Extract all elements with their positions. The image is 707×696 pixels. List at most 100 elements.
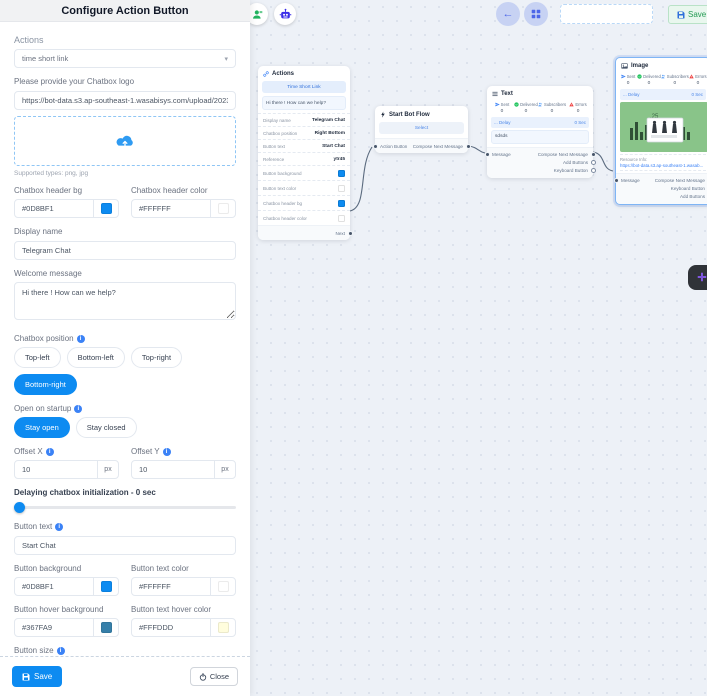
node-row: Button textStart Chat: [258, 139, 350, 152]
actions-node-type: Time Short Link: [262, 81, 346, 93]
button-text-color-field[interactable]: #FFFFFF: [131, 577, 236, 596]
bot-button[interactable]: [274, 3, 296, 25]
header-color-field[interactable]: #FFFFFF: [131, 199, 236, 218]
link-icon: [263, 71, 269, 77]
welcome-textarea[interactable]: Hi there ! How can we help?: [14, 282, 236, 320]
startup-stay-open[interactable]: Stay open: [14, 417, 70, 438]
upload-hint: Supported types: png, jpg: [14, 170, 236, 177]
back-button[interactable]: ←: [496, 2, 520, 26]
canvas-save-button[interactable]: Save: [668, 5, 707, 24]
close-button[interactable]: Close: [190, 667, 238, 686]
button-bg-field[interactable]: #0D8BF1: [14, 577, 119, 596]
offset-y-value: 10: [132, 461, 215, 478]
grid-view-button[interactable]: [524, 2, 548, 26]
startup-stay-closed[interactable]: Stay closed: [76, 417, 137, 438]
action-button-port[interactable]: [373, 144, 378, 149]
position-bottom-left[interactable]: Bottom-left: [67, 347, 125, 368]
info-icon: i: [55, 523, 63, 531]
image-node-delay[interactable]: ... Delay0 Sec: [620, 89, 706, 100]
add-node-fab[interactable]: ✛: [688, 265, 707, 290]
offset-x-label: Offset Xi: [14, 447, 119, 456]
panel-title: Configure Action Button: [61, 5, 188, 17]
header-color-swatch[interactable]: [211, 200, 235, 217]
resource-link[interactable]: https://bot-data.s3.ap-southeast-1.wasab…: [620, 163, 706, 171]
actions-node[interactable]: Actions Time Short Link Hi there ! How c…: [258, 66, 350, 240]
message-port[interactable]: [614, 178, 619, 183]
port-label: Action Button: [380, 144, 407, 149]
start-bot-flow-node[interactable]: Start Bot Flow Select Action Button Comp…: [375, 106, 468, 153]
info-icon: i: [77, 335, 85, 343]
header-bg-field[interactable]: #0D8BF1: [14, 199, 119, 218]
flow-canvas[interactable]: ← Save Actions Time Short Link Hi there …: [250, 0, 707, 696]
button-hover-bg-swatch[interactable]: [94, 619, 118, 636]
text-node-content[interactable]: sdsds: [491, 130, 589, 144]
floppy-icon: [677, 11, 685, 19]
port-label: Keyboard Button: [671, 186, 705, 191]
keyboard-button-port[interactable]: [591, 168, 596, 173]
offset-y-label: Offset Yi: [131, 447, 236, 456]
button-text-hover-label: Button text hover color: [131, 605, 236, 614]
position-label: Chatbox positioni: [14, 334, 236, 343]
check-icon: [514, 102, 519, 107]
actions-select[interactable]: time short link ▾: [14, 49, 236, 68]
check-icon: [637, 74, 642, 79]
image-node-footer: Message Compose Next Message Keyboard Bu…: [616, 173, 707, 204]
button-text-hover-swatch[interactable]: [211, 619, 235, 636]
compose-next-message-port[interactable]: [591, 152, 596, 157]
delay-label: Delaying chatbox initialization - 0 sec: [14, 488, 236, 497]
slider-track[interactable]: [14, 506, 236, 509]
slider-thumb[interactable]: [14, 502, 25, 513]
port-label: Message: [621, 178, 640, 183]
floppy-icon: [22, 673, 30, 681]
node-row: Chatbox header color: [258, 210, 350, 225]
display-name-label: Display name: [14, 227, 236, 236]
button-text-hover-field[interactable]: #FFFDDD: [131, 618, 236, 637]
robot-icon: [279, 8, 292, 20]
button-hover-bg-field[interactable]: #367FA9: [14, 618, 119, 637]
offset-x-unit: px: [98, 461, 118, 478]
header-bg-swatch[interactable]: [94, 200, 118, 217]
button-text-color-value: #FFFFFF: [132, 578, 211, 595]
error-icon: [689, 74, 694, 79]
text-node[interactable]: Text Sent0 Delivered0 Subscribers0 Error…: [487, 86, 593, 178]
info-icon: i: [46, 448, 54, 456]
next-port-label: Next: [336, 231, 345, 236]
add-buttons-port[interactable]: [591, 160, 596, 165]
logo-upload-dropzone[interactable]: [14, 116, 236, 166]
position-bottom-right[interactable]: Bottom-right: [14, 374, 77, 395]
error-icon: [569, 102, 574, 107]
image-thumbnail[interactable]: .25: [620, 102, 706, 152]
node-row: Referenceytr45: [258, 152, 350, 165]
button-text-input[interactable]: [14, 536, 236, 555]
button-text-color-swatch[interactable]: [211, 578, 235, 595]
share-button[interactable]: [250, 3, 268, 25]
display-name-input[interactable]: [14, 241, 236, 260]
port-label: Compose Next Message: [413, 144, 463, 149]
message-port[interactable]: [485, 152, 490, 157]
offset-x-field[interactable]: 10 px: [14, 460, 119, 479]
button-hover-bg-value: #367FA9: [15, 619, 94, 636]
logo-url-input[interactable]: [14, 91, 236, 110]
actions-node-message: Hi there ! How can we help?: [262, 96, 346, 110]
next-port[interactable]: [348, 231, 353, 236]
chevron-down-icon: ▾: [224, 55, 228, 63]
delay-slider[interactable]: [14, 501, 236, 513]
position-top-right[interactable]: Top-right: [131, 347, 182, 368]
header-bg-value: #0D8BF1: [15, 200, 94, 217]
select-flow-button[interactable]: Select: [379, 122, 464, 134]
button-text-color-label: Button text color: [131, 564, 236, 573]
startup-label: Open on startupi: [14, 404, 236, 413]
image-node-header: Image: [616, 58, 707, 72]
color-swatch: [338, 200, 345, 207]
image-node[interactable]: Image Sent0 Delivered0 Subscribers0 Erro…: [615, 57, 707, 205]
flow-name-input[interactable]: [560, 4, 653, 24]
text-node-stats: Sent0 Delivered0 Subscribers0 Errors0: [487, 100, 593, 115]
text-node-delay[interactable]: ... Delay0 Sec: [491, 117, 589, 128]
save-button[interactable]: Save: [12, 666, 62, 687]
text-node-header: Text: [487, 86, 593, 100]
compose-next-message-port[interactable]: [466, 144, 471, 149]
button-bg-swatch[interactable]: [94, 578, 118, 595]
start-node-header: Start Bot Flow: [375, 106, 468, 121]
position-top-left[interactable]: Top-left: [14, 347, 61, 368]
offset-y-field[interactable]: 10 px: [131, 460, 236, 479]
